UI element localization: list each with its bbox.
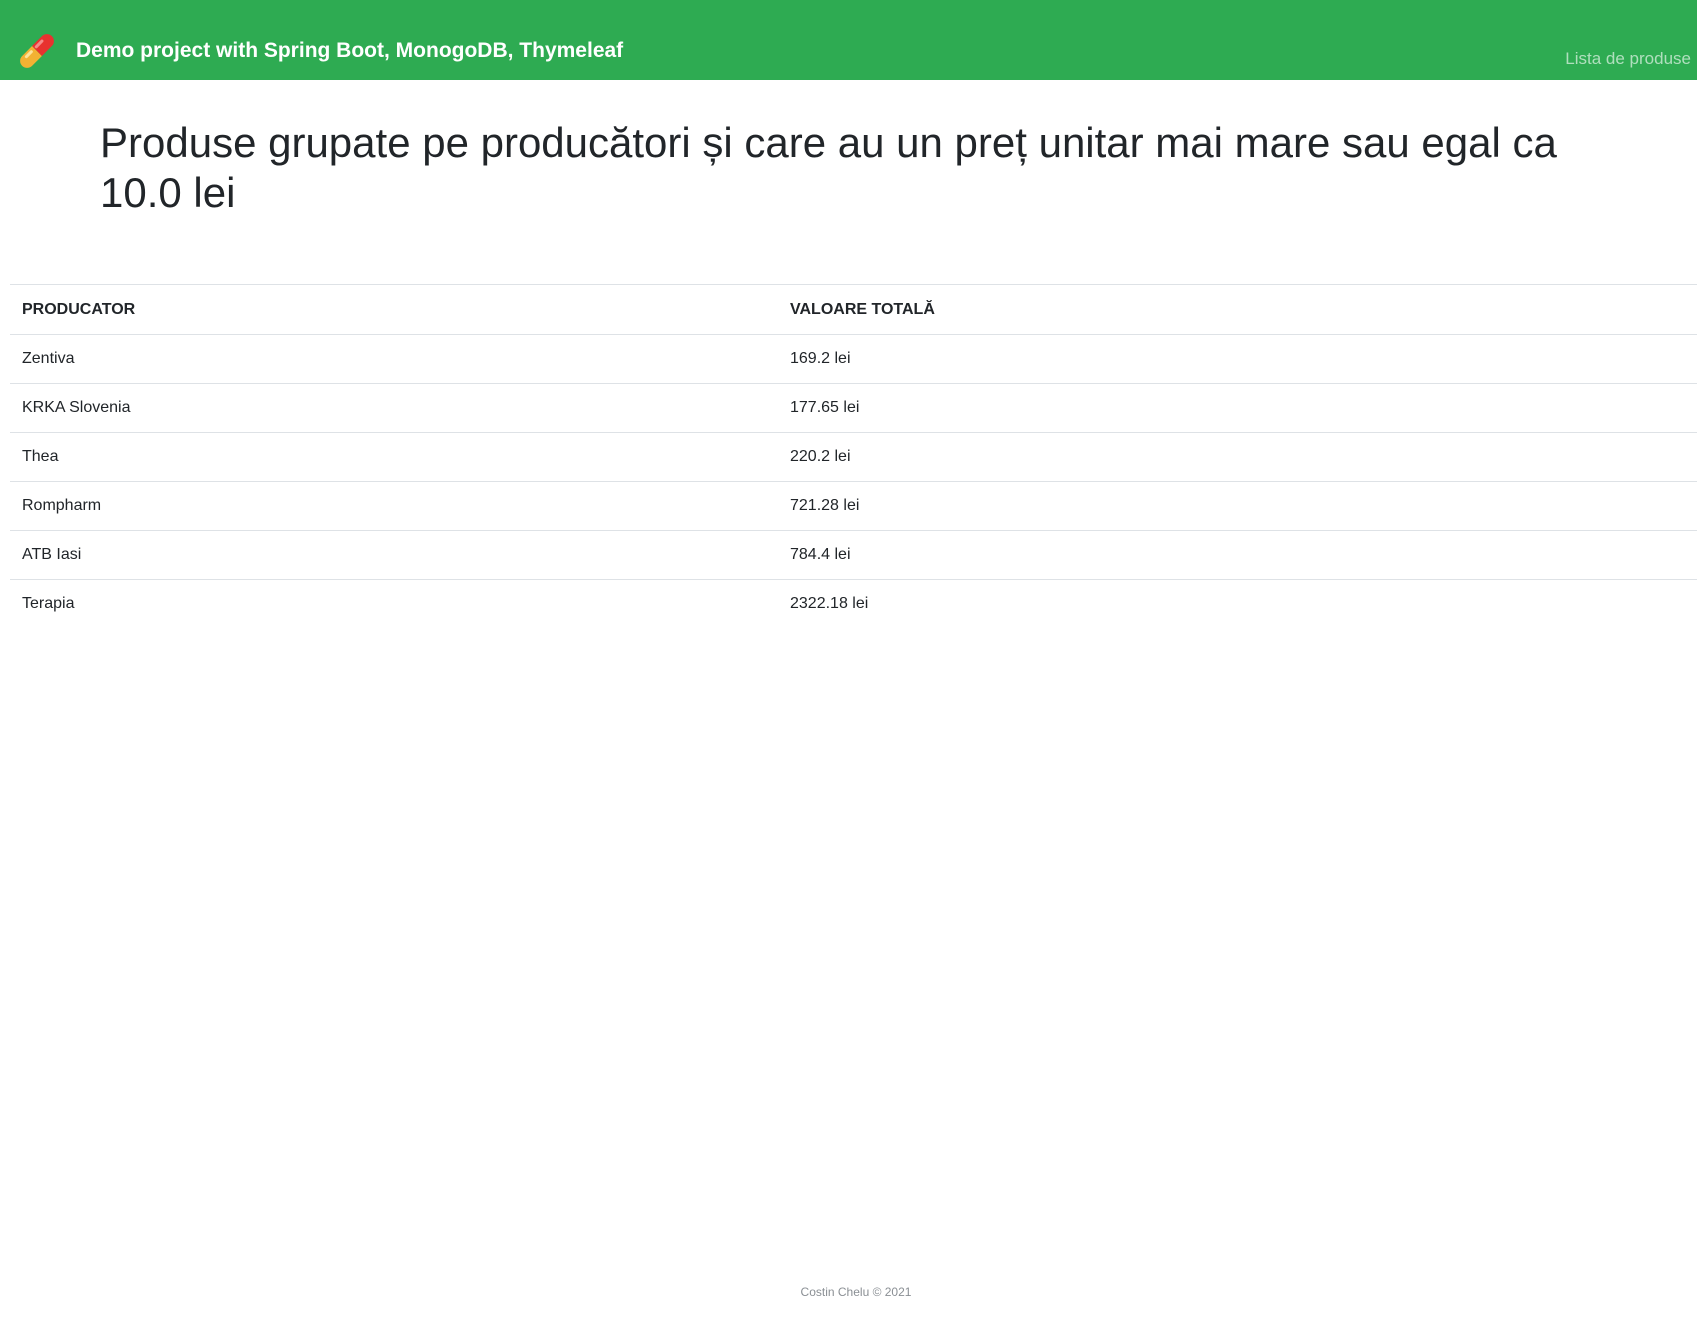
brand-link[interactable]: Demo project with Spring Boot, MonogoDB,…: [16, 30, 623, 72]
producers-table: PRODUCATOR VALOARE TOTALĂ Zentiva 169.2 …: [10, 284, 1697, 628]
total-value-cell: 721.28 lei: [778, 481, 1697, 531]
producer-cell: ATB Iasi: [10, 530, 778, 580]
column-header-total-value: VALOARE TOTALĂ: [778, 284, 1697, 335]
total-value-cell: 177.65 lei: [778, 383, 1697, 433]
total-value-cell: 784.4 lei: [778, 530, 1697, 580]
total-value-cell: 220.2 lei: [778, 432, 1697, 482]
pill-icon: [16, 30, 58, 72]
table-row: Terapia 2322.18 lei: [10, 579, 1697, 628]
column-header-producer: PRODUCATOR: [10, 284, 778, 335]
brand-title: Demo project with Spring Boot, MonogoDB,…: [76, 39, 624, 62]
table-row: KRKA Slovenia 177.65 lei: [10, 383, 1697, 433]
producer-cell: Zentiva: [10, 334, 778, 384]
table-header-row: PRODUCATOR VALOARE TOTALĂ: [10, 284, 1697, 335]
total-value-cell: 2322.18 lei: [778, 579, 1697, 628]
producer-cell: Terapia: [10, 579, 778, 628]
page-title: Produse grupate pe producători și care a…: [100, 119, 1557, 216]
nav-link-product-list[interactable]: Lista de produse: [1565, 49, 1691, 69]
footer-copyright: Costin Chelu © 2021: [800, 1285, 912, 1299]
producer-cell: Thea: [10, 432, 778, 482]
producers-table-container: PRODUCATOR VALOARE TOTALĂ Zentiva 169.2 …: [10, 284, 1697, 628]
table-row: Zentiva 169.2 lei: [10, 334, 1697, 384]
total-value-cell: 169.2 lei: [778, 334, 1697, 384]
top-navbar: Demo project with Spring Boot, MonogoDB,…: [0, 0, 1697, 80]
table-row: Rompharm 721.28 lei: [10, 481, 1697, 531]
table-row: ATB Iasi 784.4 lei: [10, 530, 1697, 580]
table-row: Thea 220.2 lei: [10, 432, 1697, 482]
producer-cell: KRKA Slovenia: [10, 383, 778, 433]
producer-cell: Rompharm: [10, 481, 778, 531]
